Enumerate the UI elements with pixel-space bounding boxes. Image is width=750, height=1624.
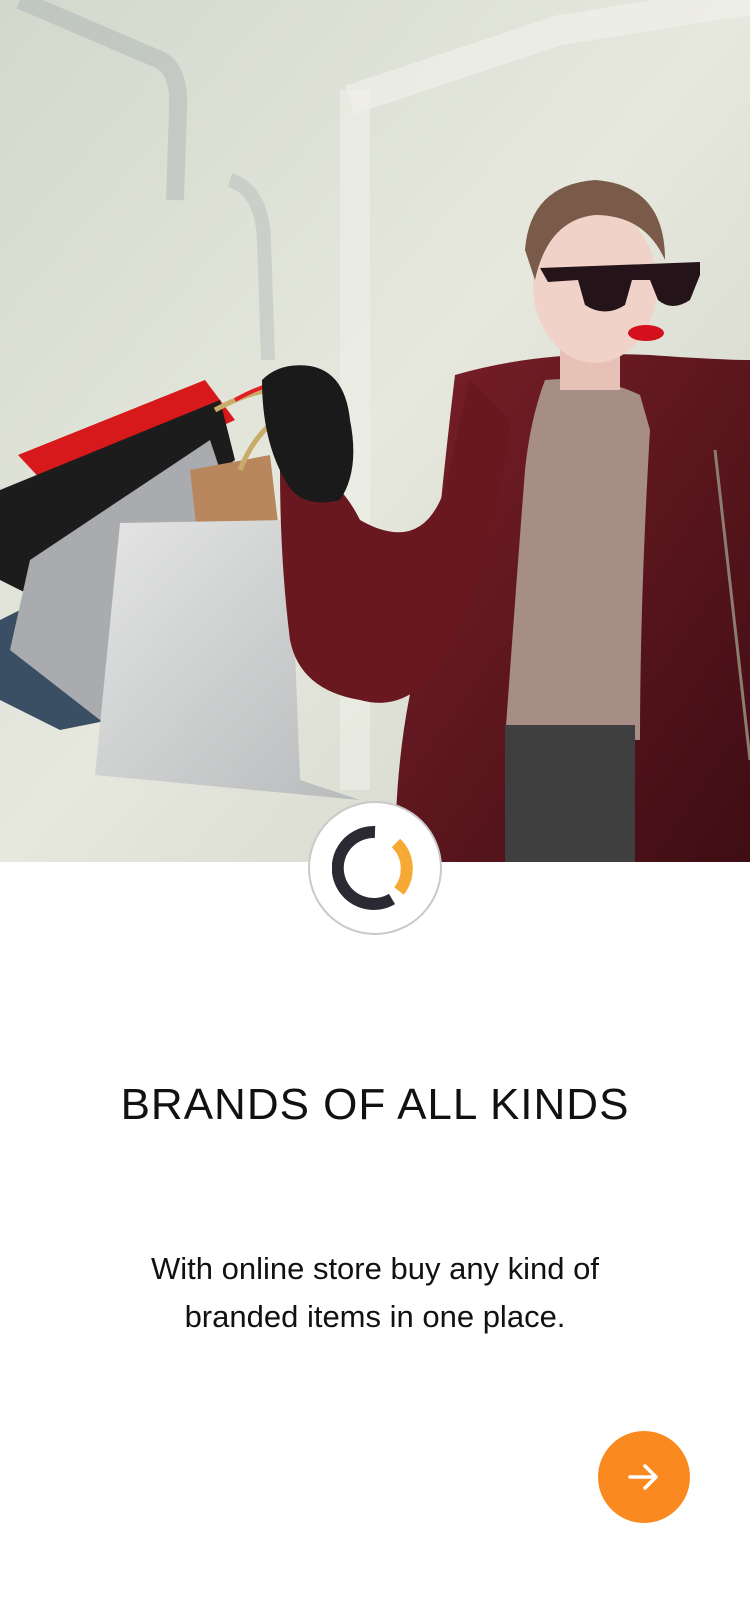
ring-logo-icon [332,825,413,910]
next-button[interactable] [598,1431,690,1523]
brand-logo [308,801,442,935]
arrow-right-icon [628,1464,658,1490]
onboarding-screen: BRANDS OF ALL KINDS With online store bu… [0,0,750,1624]
hero-image [0,0,750,862]
onboarding-description: With online store buy any kind of brande… [150,1251,600,1334]
onboarding-title: BRANDS OF ALL KINDS [120,1080,630,1129]
